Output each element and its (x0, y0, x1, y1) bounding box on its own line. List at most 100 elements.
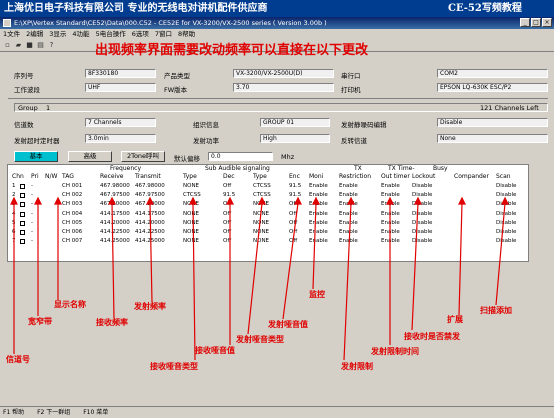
table-cell[interactable]: CTCSS (253, 192, 271, 199)
table-cell[interactable]: 414.25000 (135, 238, 165, 245)
row-checkbox[interactable] (20, 193, 25, 199)
table-cell[interactable]: Off (223, 183, 231, 190)
table-cell[interactable]: NONE (183, 201, 199, 208)
table-cell[interactable]: 4 (12, 211, 16, 218)
power-field[interactable]: High (260, 134, 330, 143)
table-cell[interactable]: Enable (309, 238, 328, 245)
table-cell[interactable]: 91.5 (289, 192, 301, 199)
table-cell[interactable]: 414.20000 (100, 220, 130, 227)
table-cell[interactable]: NONE (183, 183, 199, 190)
table-cell[interactable]: Disable (496, 220, 516, 227)
table-cell[interactable]: 414.20000 (135, 220, 165, 227)
menu-function[interactable]: 4功能 (69, 29, 92, 40)
table-cell[interactable]: CH 006 (62, 229, 82, 236)
table-cell[interactable]: Enable (381, 183, 400, 190)
table-cell[interactable]: Disable (412, 238, 432, 245)
table-cell[interactable]: Disable (412, 211, 432, 218)
table-cell[interactable]: Disable (496, 211, 516, 218)
table-cell[interactable]: CH 005 (62, 220, 82, 227)
table-cell[interactable]: - (31, 238, 33, 245)
scramble-field[interactable]: Disable (437, 118, 548, 127)
table-cell[interactable]: 467.97500 (135, 192, 165, 199)
table-cell[interactable]: CH 007 (62, 238, 82, 245)
table-cell[interactable]: NONE (183, 229, 199, 236)
table-cell[interactable]: CH 001 (62, 183, 82, 190)
window-titlebar[interactable]: E:\XP\Vertex Standard\CE52\Data\000.C52 … (0, 17, 554, 29)
table-cell[interactable]: NONE (253, 201, 269, 208)
table-cell[interactable]: Disable (496, 238, 516, 245)
table-cell[interactable]: Enable (339, 220, 358, 227)
row-checkbox[interactable] (20, 230, 25, 235)
table-cell[interactable]: Disable (412, 229, 432, 236)
table-cell[interactable]: NONE (253, 220, 269, 227)
save-icon[interactable]: ■ (25, 41, 34, 50)
help-icon[interactable]: ? (47, 41, 56, 50)
table-cell[interactable]: - (31, 201, 33, 208)
table-cell[interactable]: 414.22500 (135, 229, 165, 236)
table-cell[interactable]: Off (289, 201, 297, 208)
table-cell[interactable]: - (31, 192, 33, 199)
table-cell[interactable]: Disable (496, 229, 516, 236)
table-cell[interactable]: Enable (381, 192, 400, 199)
table-cell[interactable]: Disable (496, 201, 516, 208)
table-cell[interactable]: Enable (339, 183, 358, 190)
table-cell[interactable]: - (31, 183, 33, 190)
table-cell[interactable]: Enable (381, 229, 400, 236)
table-cell[interactable]: NONE (253, 229, 269, 236)
row-checkbox[interactable] (20, 211, 25, 217)
table-cell[interactable]: Disable (412, 183, 432, 190)
table-cell[interactable]: Off (223, 229, 231, 236)
tab-advanced[interactable]: 高级 (68, 151, 112, 162)
tot-field[interactable]: 3.0min (85, 134, 156, 143)
table-cell[interactable]: Enable (309, 192, 328, 199)
close-button[interactable]: × (542, 18, 552, 27)
table-cell[interactable]: Off (289, 229, 297, 236)
table-cell[interactable]: 467.97500 (100, 192, 130, 199)
table-cell[interactable]: - (31, 220, 33, 227)
table-cell[interactable]: NONE (183, 211, 199, 218)
table-cell[interactable]: Disable (496, 192, 516, 199)
reverse-field[interactable]: None (437, 134, 548, 143)
table-cell[interactable]: Off (223, 211, 231, 218)
table-cell[interactable]: 6 (12, 229, 16, 236)
open-folder-icon[interactable]: ▰ (14, 41, 23, 50)
menu-view[interactable]: 3显示 (46, 29, 69, 40)
table-cell[interactable]: NONE (183, 238, 199, 245)
table-cell[interactable]: NONE (253, 238, 269, 245)
table-cell[interactable]: 414.17500 (135, 211, 165, 218)
table-cell[interactable]: 414.25000 (100, 238, 130, 245)
table-cell[interactable]: Enable (339, 238, 358, 245)
table-cell[interactable]: Off (289, 220, 297, 227)
tab-basic[interactable]: 基本 (14, 151, 58, 162)
table-cell[interactable]: 7 (12, 238, 16, 245)
table-cell[interactable]: Enable (339, 201, 358, 208)
table-cell[interactable]: 414.22500 (100, 229, 130, 236)
table-cell[interactable]: Enable (381, 238, 400, 245)
table-cell[interactable]: Off (223, 238, 231, 245)
table-cell[interactable]: Enable (339, 229, 358, 236)
new-file-icon[interactable]: ▫ (3, 41, 12, 50)
table-cell[interactable]: 3 (12, 201, 16, 208)
offset-input[interactable]: 0.0 (208, 152, 273, 161)
table-cell[interactable]: CH 003 (62, 201, 82, 208)
channel-count-field[interactable]: 7 Channels (85, 118, 156, 127)
tab-2tone[interactable]: 2Tone呼叫 (121, 151, 165, 162)
row-checkbox[interactable] (20, 184, 25, 189)
table-cell[interactable]: CTCSS (183, 192, 201, 199)
table-cell[interactable]: 467.98000 (135, 183, 165, 190)
table-cell[interactable]: 467.50000 (100, 201, 130, 208)
table-cell[interactable]: Enable (381, 201, 400, 208)
table-cell[interactable]: Disable (412, 201, 432, 208)
table-cell[interactable]: Off (223, 220, 231, 227)
table-cell[interactable]: Disable (412, 220, 432, 227)
table-cell[interactable]: Enable (339, 192, 358, 199)
table-cell[interactable]: 414.17500 (100, 211, 130, 218)
table-cell[interactable]: 467.50000 (135, 201, 165, 208)
table-cell[interactable]: Enable (309, 183, 328, 190)
table-cell[interactable]: Disable (496, 183, 516, 190)
table-cell[interactable]: 1 (12, 183, 16, 190)
table-cell[interactable]: NONE (183, 220, 199, 227)
row-checkbox[interactable] (20, 239, 25, 245)
table-cell[interactable]: Off (289, 211, 297, 218)
table-cell[interactable]: NONE (253, 211, 269, 218)
